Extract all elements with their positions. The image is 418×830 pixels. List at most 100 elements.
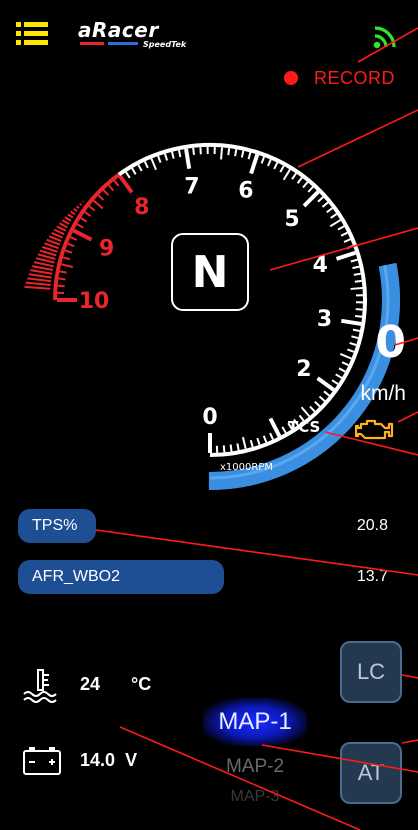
rpm-tick bbox=[340, 231, 348, 237]
battery-voltage: 14.0 V bbox=[80, 750, 137, 771]
afr-value: 13.7 bbox=[356, 568, 388, 585]
redline-band-hatch bbox=[27, 277, 52, 283]
rpm-tick bbox=[60, 263, 74, 269]
rpm-tick bbox=[318, 395, 326, 402]
rpm-tick bbox=[337, 225, 345, 231]
redline-band-hatch bbox=[82, 200, 85, 203]
rpm-tick bbox=[67, 242, 75, 248]
rpm-tick bbox=[192, 147, 195, 155]
record-dot-icon bbox=[284, 71, 298, 85]
rpm-tick bbox=[76, 223, 84, 229]
coolant-temperature-value: 24 bbox=[80, 674, 101, 694]
rpm-tick-label: 6 bbox=[238, 179, 253, 204]
rpm-tick bbox=[131, 167, 137, 175]
rpm-tick-label: 4 bbox=[313, 253, 328, 278]
redline-band-hatch bbox=[28, 273, 52, 279]
rpm-tick bbox=[355, 315, 363, 318]
redline-band-hatch bbox=[67, 213, 74, 219]
map-option-2[interactable]: MAP-2 bbox=[203, 756, 307, 778]
rpm-tick bbox=[309, 405, 316, 413]
auto-tune-button[interactable]: AT bbox=[340, 742, 402, 804]
rpm-tick bbox=[323, 390, 331, 397]
rpm-tick bbox=[164, 153, 169, 161]
rpm-tick bbox=[291, 172, 297, 180]
rpm-tick-label: 10 bbox=[79, 289, 110, 314]
rpm-tick bbox=[222, 445, 226, 453]
rpm-tick bbox=[62, 256, 71, 261]
rpm-tick-label: 8 bbox=[134, 195, 149, 220]
record-label: RECORD bbox=[314, 67, 396, 88]
redline-band-hatch bbox=[64, 216, 72, 222]
check-engine-icon bbox=[355, 419, 394, 440]
redline-band-hatch bbox=[79, 202, 82, 206]
menu-icon[interactable] bbox=[16, 22, 48, 46]
battery-voltage-unit: V bbox=[125, 750, 138, 770]
rpm-tick bbox=[350, 258, 358, 263]
rpm-tick bbox=[137, 164, 143, 172]
rpm-tick bbox=[113, 179, 120, 187]
rpm-tick bbox=[58, 277, 66, 281]
redline-band-hatch bbox=[70, 210, 76, 216]
tps-bar: TPS% 20.8 bbox=[18, 509, 398, 543]
rpm-tick bbox=[249, 153, 260, 175]
rpm-tick bbox=[302, 181, 309, 189]
rpm-tick bbox=[80, 217, 88, 223]
rpm-tick bbox=[93, 199, 104, 210]
battery-icon bbox=[23, 747, 61, 775]
rpm-tick bbox=[157, 155, 162, 163]
redline-band-hatch bbox=[76, 205, 80, 209]
rpm-tick bbox=[241, 436, 247, 450]
aracer-logo: aRacer SpeedTek bbox=[78, 20, 198, 50]
rpm-tick bbox=[300, 406, 311, 417]
rpm-tick bbox=[268, 417, 282, 438]
rpm-tick bbox=[329, 219, 341, 228]
rpm-tick bbox=[317, 196, 324, 203]
rpm-tick bbox=[262, 435, 268, 443]
callout-line-at-top bbox=[401, 739, 418, 744]
tcs-indicator: TCS bbox=[288, 418, 321, 436]
rpm-tick bbox=[335, 373, 343, 379]
record-button[interactable]: RECORD bbox=[284, 66, 395, 90]
logo-stripe-blue bbox=[108, 42, 138, 45]
rpm-tick bbox=[267, 159, 272, 167]
rpm-tick bbox=[118, 175, 134, 194]
rpm-tick bbox=[302, 190, 320, 208]
rpm-tick bbox=[350, 286, 363, 290]
rpm-tick bbox=[279, 165, 285, 173]
map-option-3[interactable]: MAP-3 bbox=[203, 788, 307, 804]
logo-subtext: SpeedTek bbox=[143, 40, 187, 49]
rpm-tick bbox=[269, 432, 274, 440]
rpm-tick bbox=[236, 443, 240, 451]
map-option-1[interactable]: MAP-1 bbox=[203, 708, 307, 736]
afr-label: AFR_WBO2 bbox=[32, 568, 121, 585]
rpm-tick bbox=[273, 162, 279, 170]
rpm-tick bbox=[247, 152, 252, 160]
rpm-tick bbox=[352, 265, 360, 270]
rpm-tick-label: 0 bbox=[202, 405, 217, 430]
launch-control-button[interactable]: LC bbox=[340, 641, 402, 703]
rpm-tick bbox=[335, 250, 357, 261]
rpm-tick bbox=[184, 148, 192, 169]
logo-text: aRacer bbox=[78, 18, 159, 42]
wifi-signal-icon bbox=[373, 26, 396, 49]
callout-line-lc bbox=[401, 674, 418, 679]
redline-band-hatch bbox=[58, 222, 68, 229]
rpm-tick bbox=[150, 158, 157, 171]
rpm-tick bbox=[70, 236, 78, 241]
afr-bar-track: AFR_WBO2 bbox=[18, 560, 308, 594]
redline-band-hatch bbox=[24, 285, 51, 290]
rpm-tick bbox=[88, 205, 96, 212]
rpm-unit-label: x1000RPM bbox=[220, 462, 273, 473]
rpm-tick bbox=[143, 161, 149, 169]
rpm-tick bbox=[330, 213, 338, 219]
rpm-tick bbox=[97, 194, 105, 201]
rpm-tick bbox=[346, 244, 354, 250]
redline-band-hatch bbox=[30, 269, 53, 275]
speed-value: 0 bbox=[375, 317, 406, 368]
redline-band-hatch bbox=[73, 208, 78, 212]
battery-voltage-value: 14.0 bbox=[80, 750, 116, 770]
rpm-tick bbox=[240, 150, 245, 158]
rpm-tick bbox=[354, 279, 362, 283]
redline-band-hatch bbox=[32, 265, 54, 272]
coolant-temperature-unit: °C bbox=[131, 674, 152, 694]
